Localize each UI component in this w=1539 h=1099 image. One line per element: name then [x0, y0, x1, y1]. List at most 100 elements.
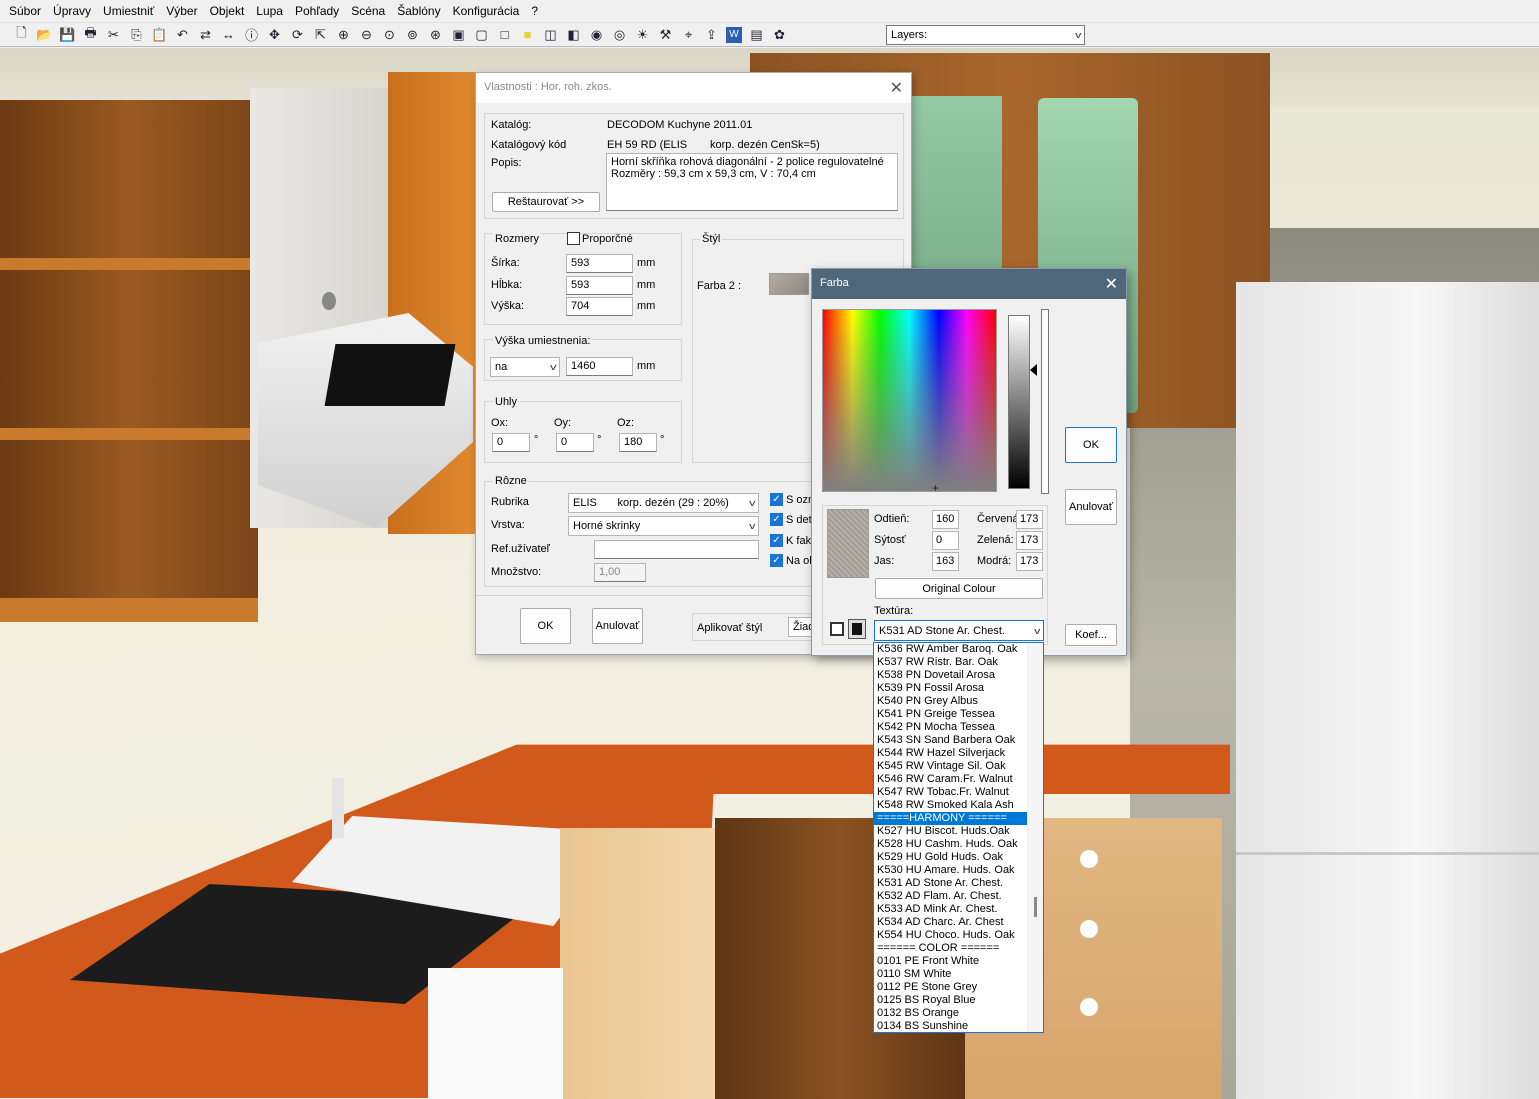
- light-icon[interactable]: ☀: [631, 25, 654, 45]
- texture-combo[interactable]: K531 AD Stone Ar. Chest. v: [874, 620, 1044, 641]
- move-icon[interactable]: ⇄: [194, 25, 217, 45]
- ox-input[interactable]: 0: [492, 433, 530, 452]
- texture-list-item[interactable]: K547 RW Tobac.Fr. Walnut: [874, 786, 1027, 799]
- texture-list-item[interactable]: K534 AD Charc. Ar. Chest: [874, 916, 1027, 929]
- view-icon[interactable]: ▣: [447, 25, 470, 45]
- cube-icon[interactable]: ◫: [539, 25, 562, 45]
- print-icon[interactable]: 🖶: [79, 25, 102, 45]
- texture-list-item[interactable]: K540 PN Grey Albus: [874, 695, 1027, 708]
- layer-combo[interactable]: Horné skrinky v: [568, 516, 759, 536]
- dimension-icon[interactable]: ↔: [217, 25, 240, 45]
- description-box[interactable]: Horní skříňka rohová diagonální - 2 poli…: [606, 153, 898, 211]
- texture-list-item[interactable]: 0110 SM White: [874, 968, 1027, 981]
- texture-list-item[interactable]: =====HARMONY ======: [874, 812, 1027, 825]
- menu-item[interactable]: Pohľady: [290, 4, 346, 18]
- texture-list-item[interactable]: K545 RW Vintage Sil. Oak: [874, 760, 1027, 773]
- layers-combo[interactable]: Layers: v: [886, 25, 1085, 45]
- placement-height-input[interactable]: 1460: [566, 357, 633, 376]
- texture-list-item[interactable]: K538 PN Dovetail Arosa: [874, 669, 1027, 682]
- texture-list-item[interactable]: ====== COLOR ======: [874, 942, 1027, 955]
- cancel-button[interactable]: Anulovať: [592, 608, 643, 644]
- pan-icon[interactable]: ✥: [263, 25, 286, 45]
- zoom-out-icon[interactable]: ⊖: [355, 25, 378, 45]
- texture-list-item[interactable]: K536 RW Amber Baroq. Oak: [874, 643, 1027, 656]
- check-s-ozn[interactable]: ✓: [770, 493, 783, 506]
- texture-list-scroll-thumb[interactable]: [1034, 897, 1037, 917]
- rotate-icon[interactable]: ⟳: [286, 25, 309, 45]
- texture-list-item[interactable]: 0101 PE Front White: [874, 955, 1027, 968]
- cut-icon[interactable]: ✂: [102, 25, 125, 45]
- book-icon[interactable]: ▤: [745, 25, 768, 45]
- category-combo[interactable]: ELIS korp. dezén (29 : 20%) v: [568, 493, 759, 513]
- texture-list-item[interactable]: K532 AD Flam. Ar. Chest.: [874, 890, 1027, 903]
- info-icon[interactable]: ⓘ: [240, 25, 263, 45]
- word-icon[interactable]: W: [726, 26, 742, 43]
- height-input[interactable]: 704: [566, 297, 633, 316]
- texture-mode-icon-active[interactable]: [848, 619, 866, 639]
- color-spectrum[interactable]: [822, 309, 997, 492]
- oy-input[interactable]: 0: [556, 433, 594, 452]
- coef-button[interactable]: Koef...: [1065, 624, 1117, 646]
- menu-item[interactable]: Úpravy: [48, 4, 98, 18]
- texture-list-item[interactable]: K528 HU Cashm. Huds. Oak: [874, 838, 1027, 851]
- menu-item[interactable]: ?: [526, 4, 545, 18]
- ok-button[interactable]: OK: [520, 608, 571, 644]
- restore-button[interactable]: Reštaurovať >>: [492, 192, 600, 212]
- close-icon[interactable]: ✕: [1105, 274, 1118, 294]
- square-icon[interactable]: □: [493, 25, 516, 45]
- texture-list-item[interactable]: K529 HU Gold Huds. Oak: [874, 851, 1027, 864]
- menu-item[interactable]: Súbor: [4, 4, 48, 18]
- check-k-fakt[interactable]: ✓: [770, 534, 783, 547]
- check-na-ob[interactable]: ✓: [770, 554, 783, 567]
- box-icon[interactable]: ▢: [470, 25, 493, 45]
- menu-item[interactable]: Konfigurácia: [448, 4, 527, 18]
- color-square-icon[interactable]: ■: [516, 25, 539, 45]
- red-input[interactable]: 173: [1016, 510, 1043, 529]
- menu-item[interactable]: Umiestniť: [98, 4, 161, 18]
- ref-user-input[interactable]: [594, 540, 759, 559]
- texture-list-item[interactable]: K543 SN Sand Barbera Oak: [874, 734, 1027, 747]
- luminance-slider[interactable]: [1008, 315, 1030, 489]
- palette-icon[interactable]: ✿: [768, 25, 791, 45]
- quantity-input[interactable]: 1,00: [594, 563, 646, 582]
- texture-list-item[interactable]: 0134 BS Sunshine: [874, 1020, 1027, 1032]
- menu-item[interactable]: Šablóny: [392, 4, 447, 18]
- texture-list-item[interactable]: K542 PN Mocha Tessea: [874, 721, 1027, 734]
- texture-list-item[interactable]: 0112 PE Stone Grey: [874, 981, 1027, 994]
- export-icon[interactable]: ⇪: [700, 25, 723, 45]
- saturation-input[interactable]: 0: [932, 531, 959, 550]
- green-input[interactable]: 173: [1016, 531, 1043, 550]
- texture-list-item[interactable]: K531 AD Stone Ar. Chest.: [874, 877, 1027, 890]
- paste-icon[interactable]: 📋: [148, 25, 171, 45]
- hue-input[interactable]: 160: [932, 510, 959, 529]
- undo-icon[interactable]: ↶: [171, 25, 194, 45]
- menu-item[interactable]: Lupa: [251, 4, 290, 18]
- menu-item[interactable]: Objekt: [205, 4, 252, 18]
- color-cancel-button[interactable]: Anulovať: [1065, 489, 1117, 525]
- cube2-icon[interactable]: ◧: [562, 25, 585, 45]
- oz-input[interactable]: 180: [619, 433, 657, 452]
- placement-mode-combo[interactable]: na v: [490, 357, 560, 377]
- texture-mode-icon[interactable]: [830, 622, 844, 636]
- color-ok-button[interactable]: OK: [1065, 427, 1117, 463]
- open-icon[interactable]: 📂: [33, 25, 56, 45]
- zoom-window-icon[interactable]: ⊙: [378, 25, 401, 45]
- texture-list-item[interactable]: K546 RW Caram.Fr. Walnut: [874, 773, 1027, 786]
- texture-list-item[interactable]: K537 RW Ristr. Bar. Oak: [874, 656, 1027, 669]
- camera-icon[interactable]: ◉: [585, 25, 608, 45]
- zoom-extents-icon[interactable]: ⊛: [424, 25, 447, 45]
- texture-list-item[interactable]: K530 HU Amare. Huds. Oak: [874, 864, 1027, 877]
- texture-list-item[interactable]: K548 RW Smoked Kala Ash: [874, 799, 1027, 812]
- texture-list-item[interactable]: K554 HU Choco. Huds. Oak: [874, 929, 1027, 942]
- check-s-det[interactable]: ✓: [770, 513, 783, 526]
- texture-list-item[interactable]: 0132 BS Orange: [874, 1007, 1027, 1020]
- texture-list-item[interactable]: K533 AD Mink Ar. Chest.: [874, 903, 1027, 916]
- measure-icon[interactable]: ⌖: [677, 25, 700, 45]
- proportional-checkbox[interactable]: [567, 232, 580, 245]
- new-icon[interactable]: 🗋: [10, 25, 33, 45]
- depth-input[interactable]: 593: [566, 276, 633, 295]
- texture-list-item[interactable]: K541 PN Greige Tessea: [874, 708, 1027, 721]
- tools-icon[interactable]: ⚒: [654, 25, 677, 45]
- close-icon[interactable]: ✕: [890, 78, 903, 98]
- color2-swatch[interactable]: [769, 273, 809, 295]
